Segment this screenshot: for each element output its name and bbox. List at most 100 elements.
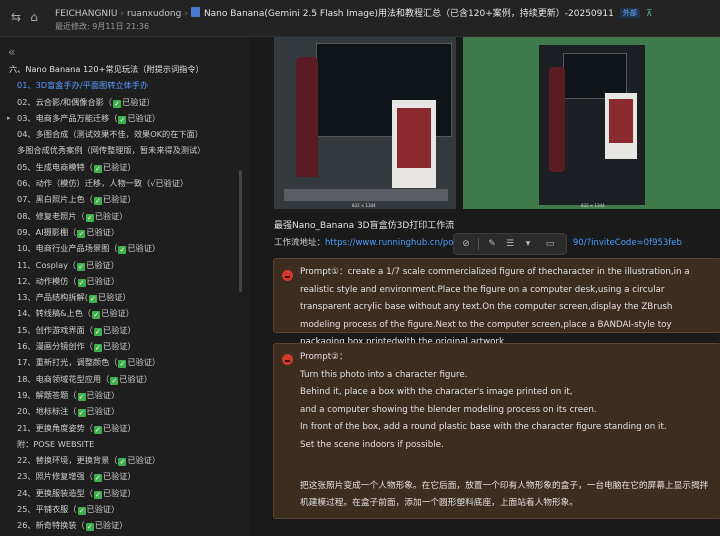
document-icon: [190, 7, 200, 17]
desk-shape: [284, 189, 448, 201]
prompt-2-line: In front of the box, add a round plastic…: [300, 422, 667, 432]
toc-item[interactable]: 02、云合影/和偶像合影（ ✓ 已验证）: [0, 94, 250, 110]
check-icon: ✓: [77, 229, 86, 238]
photo-frame-shape: [539, 45, 645, 205]
toc-item-suffix: 已验证）: [127, 357, 161, 368]
toc-item[interactable]: 20、地标标注（ ✓ 已验证）: [0, 403, 250, 419]
toc-item-suffix: 已验证）: [127, 455, 161, 466]
toc-item-suffix: 已验证）: [86, 259, 119, 270]
toc-item-suffix: 已验证）: [94, 210, 128, 221]
toc-item-suffix: 已验证）: [102, 487, 136, 498]
toc-item[interactable]: 01、3D盲盒手办/平面图转立体手办: [0, 77, 250, 93]
toc-item[interactable]: 16、漫画分镜创作（ ✓ 已验证）: [0, 338, 250, 354]
toc-item[interactable]: 26、新奇特换装（ ✓ 已验证）: [0, 517, 250, 533]
toc-item-suffix: 已验证）: [102, 324, 136, 335]
expand-arrow-icon[interactable]: ▸: [7, 110, 11, 126]
breadcrumb-workspace[interactable]: FEICHANGNIU: [55, 9, 117, 19]
card-view-icon[interactable]: ☰: [504, 238, 516, 250]
prompt-callout-2: Prompt②： Turn this photo into a character…: [273, 343, 720, 519]
check-icon: ✓: [88, 295, 97, 304]
toc-item-label: 05、生成电商模特（: [17, 161, 93, 172]
toc-item[interactable]: 09、AI摄影棚（ ✓ 已验证）: [0, 224, 250, 240]
toc-item-label: 03、电商多产品万能迁移（: [17, 112, 118, 123]
prompt-2-line: 把这张照片变成一个人物形象。在它后面，放置一个印有人物形象的盒子，一台电脑在它的…: [300, 480, 709, 509]
dropdown-icon[interactable]: ▾: [522, 238, 534, 250]
toc-item[interactable]: 14、转线稿&上色（ ✓ 已验证）: [0, 305, 250, 321]
check-icon: ✓: [77, 278, 86, 287]
check-icon: ✓: [77, 409, 86, 418]
example-image-figure-green[interactable]: 832 × 1344: [463, 37, 720, 209]
toc-item-suffix: 已验证）: [119, 373, 153, 384]
toc-item-label: 多图合成优秀案例（网传整理版，暂未来得及测试）: [17, 145, 206, 156]
doc-content: 832 × 1344 832 × 1344 最强Nano_Banana 3D盲盒…: [250, 37, 720, 536]
example-image-figure-desk[interactable]: 832 × 1344: [274, 37, 456, 209]
toc-item[interactable]: 12、动作模仿（ ✓ 已验证）: [0, 273, 250, 289]
toc-item-suffix: 已验证）: [102, 341, 136, 352]
check-icon: ✓: [92, 311, 101, 320]
toc-item[interactable]: 附：POSE WEBSITE: [0, 436, 250, 452]
edit-link-icon[interactable]: ✎: [486, 238, 498, 250]
link-tool-icon[interactable]: ⊘: [460, 238, 472, 250]
comment-icon[interactable]: ▭: [544, 238, 556, 250]
toc-item[interactable]: 17、重新打光，调整颜色（ ✓ 已验证）: [0, 354, 250, 370]
toc-item-suffix: 已验证）: [86, 389, 120, 400]
toc-item[interactable]: 08、修复老照片（ ✓ 已验证）: [0, 208, 250, 224]
check-icon: ✓: [77, 507, 86, 516]
check-icon: ✓: [85, 213, 94, 222]
page-title: Nano Banana(Gemini 2.5 Flash Image)用法和教程…: [203, 9, 614, 19]
packaging-box-shape: [392, 100, 436, 188]
toc-item[interactable]: 05、生成电商模特（ ✓ 已验证）: [0, 159, 250, 175]
toc-item[interactable]: 11、Cosplay（ ✓ 已验证）: [0, 257, 250, 273]
toc-item[interactable]: 24、更换服装造型（ ✓ 已验证）: [0, 485, 250, 501]
prompt-2-line: Prompt②：: [300, 352, 348, 362]
check-icon: ✓: [77, 392, 86, 401]
toc-item[interactable]: 22、替换环境，更换背景（ ✓ 已验证）: [0, 452, 250, 468]
toc-item-label: 13、产品结构拆解(: [17, 292, 88, 303]
collapse-toc-icon[interactable]: «: [8, 45, 15, 59]
toc-item[interactable]: 25、平铺衣服（ ✓ 已验证）: [0, 501, 250, 517]
toc-item[interactable]: 06、动作（模仿）迁移，人物一致（√已验证）: [0, 175, 250, 191]
check-icon: ✓: [93, 425, 102, 434]
toc-item-label: 23、照片修复增强（: [17, 471, 93, 482]
toc-item[interactable]: 19、解题答题（ ✓ 已验证）: [0, 387, 250, 403]
toc-item[interactable]: 10、电商行业产品场景图（ ✓ 已验证）: [0, 240, 250, 256]
toc-item[interactable]: 21、更换角度姿势（ ✓ 已验证）: [0, 420, 250, 436]
toc-item-suffix: 已验证）: [127, 243, 161, 254]
toc-item[interactable]: 23、照片修复增强（ ✓ 已验证）: [0, 468, 250, 484]
check-icon: ✓: [118, 246, 127, 255]
figure-shape: [296, 57, 318, 177]
toc-item-label: 06、动作（模仿）迁移，人物一致（√已验证）: [17, 178, 189, 189]
toc-item[interactable]: 04、多图合成（测试效果不佳，效果OK的在下面）: [0, 126, 250, 142]
breadcrumb-separator: ›: [184, 9, 188, 19]
toc-item-label: 12、动作模仿（: [17, 275, 77, 286]
workflow-link-tail[interactable]: 90/?inviteCode=0f953feb: [573, 238, 682, 248]
toc-item[interactable]: 多图合成优秀案例（网传整理版，暂未来得及测试）: [0, 142, 250, 158]
toc-item-suffix: 已验证）: [86, 504, 120, 515]
toc-item-suffix: 已验证）: [102, 422, 136, 433]
doc-header: ⇆ ⌂ FEICHANGNIU › ruanxudong › Nano Banana(G…: [0, 0, 720, 37]
toc-item-suffix: 已验证）: [97, 292, 131, 303]
toc-item[interactable]: 15、创作游戏界面（ ✓ 已验证）: [0, 322, 250, 338]
check-icon: ✓: [113, 99, 122, 108]
workflow-link[interactable]: https://www.runninghub.cn/pos: [325, 238, 458, 248]
toc-scrollbar[interactable]: [239, 170, 242, 292]
toc-item-label: 26、新奇特换装（: [17, 520, 85, 531]
toc-item[interactable]: 07、黑白照片上色（ ✓ 已验证）: [0, 191, 250, 207]
toc-item-label: 02、云合影/和偶像合影（: [17, 96, 113, 107]
toc-item-suffix: 已验证）: [102, 471, 136, 482]
toc-item-suffix: 已验证）: [86, 406, 120, 417]
check-icon: ✓: [93, 197, 102, 206]
toc-item[interactable]: 六、Nano Banana 120+常见玩法（附提示词指令）: [0, 61, 250, 77]
toc-item-label: 附：POSE WEBSITE: [17, 438, 95, 449]
toc-item-suffix: 已验证）: [101, 308, 134, 319]
toc-item[interactable]: 18、电商领域花型应用（ ✓ 已验证）: [0, 371, 250, 387]
pin-icon[interactable]: ⊼: [646, 9, 653, 19]
toc-item[interactable]: 13、产品结构拆解(✓ 已验证）: [0, 289, 250, 305]
prompt-2-line: and a computer showing the blender model…: [300, 404, 597, 415]
breadcrumb-owner[interactable]: ruanxudong: [127, 9, 181, 19]
toc-item-label: 08、修复老照片（: [17, 210, 85, 221]
home-icon[interactable]: ⌂: [27, 10, 41, 24]
prompt-2-text: Prompt②： Turn this photo into a character…: [300, 349, 712, 513]
sidebar-toggle-icon[interactable]: ⇆: [9, 10, 23, 24]
toc-item[interactable]: ▸ 03、电商多产品万能迁移（ ✓ 已验证）: [0, 110, 250, 126]
